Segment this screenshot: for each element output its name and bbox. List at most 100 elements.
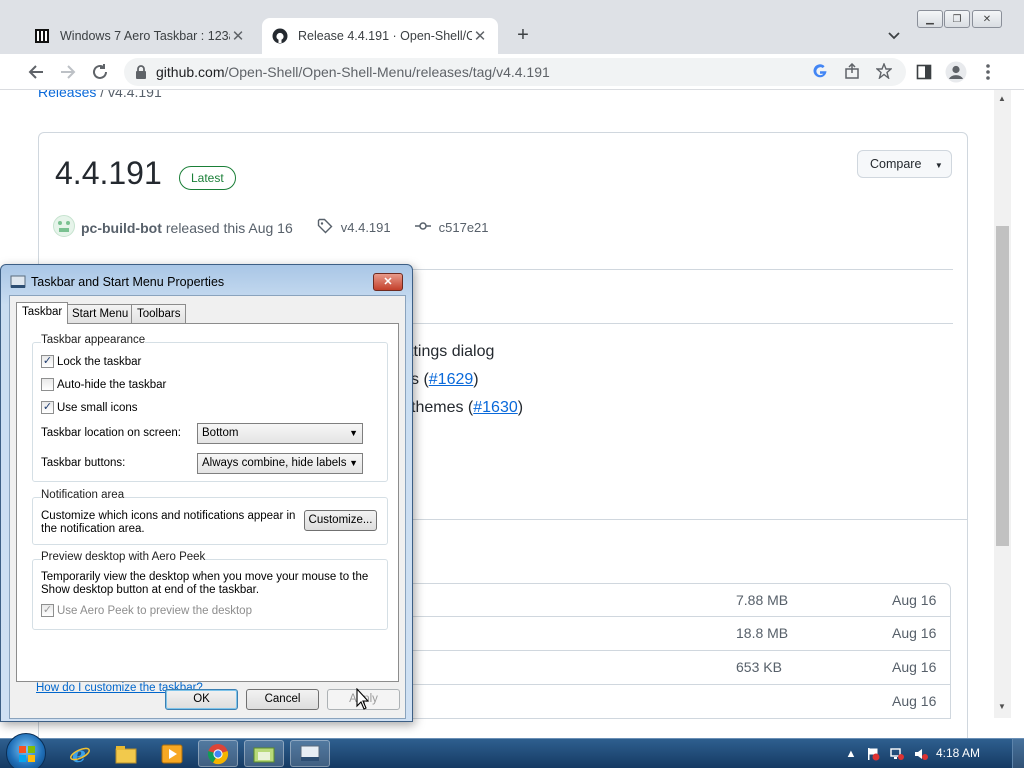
restore-icon[interactable]: ❐ [944,10,970,28]
scroll-up-icon[interactable]: ▲ [998,94,1006,103]
commit-icon [414,218,431,237]
tab-start-menu[interactable]: Start Menu [66,304,135,324]
breadcrumb-releases-link[interactable]: Releases [38,90,96,100]
cancel-button[interactable]: Cancel [246,689,319,710]
asset-size: 653 KB [736,659,782,675]
new-tab-plus-icon[interactable]: + [512,24,534,46]
aero-peek-checkbox[interactable]: ✓ Use Aero Peek to preview the desktop [41,604,252,617]
breadcrumb-separator: / [100,90,105,100]
location-select[interactable]: Bottom ▼ [197,423,363,444]
svg-text:e: e [72,743,86,765]
minimize-icon[interactable]: ▁ [917,10,943,28]
notification-description: Customize which icons and notifications … [41,510,296,535]
asset-date: Aug 16 [892,693,937,709]
small-icons-checkbox[interactable]: ✓ Use small icons [41,401,138,414]
release-note-line: ttings dialog [409,343,494,361]
action-center-flag-icon[interactable] [866,747,880,761]
ok-button[interactable]: OK [165,689,238,710]
network-icon[interactable] [890,747,904,761]
note-text: themes ( [411,399,474,416]
lock-icon[interactable] [134,64,148,83]
checkbox-label: Use Aero Peek to preview the desktop [57,604,252,617]
scrollbar-thumb[interactable] [996,226,1009,546]
show-hidden-icons-icon[interactable]: ▲ [844,747,858,761]
empty-checkbox-icon [41,378,54,391]
customize-button[interactable]: Customize... [304,510,377,531]
issue-link[interactable]: #1629 [429,371,474,388]
bookmark-star-icon[interactable] [875,62,893,82]
profile-avatar-icon[interactable] [944,60,968,84]
volume-muted-icon[interactable] [914,747,928,761]
chrome-icon[interactable] [198,740,238,767]
taskbar-tab-panel: Taskbar appearance ✓ Lock the taskbar Au… [16,323,399,694]
tab-windows7-aero[interactable]: Windows 7 Aero Taskbar : 123aero ✕ [24,18,256,54]
network-folder-icon[interactable] [244,740,284,767]
asset-size: 7.88 MB [736,592,789,608]
url-host: github.com [156,64,225,80]
auto-hide-checkbox[interactable]: Auto-hide the taskbar [41,378,166,391]
dropdown-arrow-icon: ▼ [349,428,358,438]
internet-explorer-icon[interactable]: e [60,740,100,767]
caret-down-icon: ▼ [934,161,943,170]
windows-taskbar: e ▲ 4:18 AM [0,733,1024,768]
media-player-icon[interactable] [152,740,192,767]
url-path: /Open-Shell/Open-Shell-Menu/releases/tag… [224,64,550,80]
taskbar-properties-icon[interactable] [290,740,330,767]
asset-date: Aug 16 [892,659,937,675]
issue-link[interactable]: #1630 [473,399,518,416]
taskbar-buttons-select[interactable]: Always combine, hide labels ▼ [197,453,363,474]
github-icon [272,28,288,44]
tab-taskbar[interactable]: Taskbar [16,302,69,324]
google-icon[interactable] [812,63,828,82]
checkmark-icon: ✓ [41,355,54,368]
breadcrumb: Releases / v4.4.191 [38,90,162,100]
close-icon[interactable]: ✕ [373,273,403,291]
asset-date: Aug 16 [892,625,937,641]
select-value: Bottom [202,427,239,439]
aero-peek-description: Temporarily view the desktop when you mo… [41,571,369,596]
site-favicon-icon [34,28,50,44]
avatar[interactable] [53,215,75,240]
share-icon[interactable] [844,62,860,82]
page-scrollbar[interactable]: ▲ ▼ [994,90,1011,718]
tab-title: Release 4.4.191 · Open-Shell/Open-Shell-… [298,29,472,43]
lock-taskbar-checkbox[interactable]: ✓ Lock the taskbar [41,355,141,368]
show-desktop-button[interactable] [1012,739,1024,768]
tag-icon [317,218,333,237]
tab-release[interactable]: Release 4.4.191 · Open-Shell/Open-Shell-… [262,18,498,54]
group-label: Taskbar appearance [41,334,146,346]
checkmark-icon: ✓ [41,604,54,617]
mouse-cursor-icon [356,687,370,713]
forward-arrow-icon[interactable] [56,60,80,84]
kebab-menu-icon[interactable] [976,60,1000,84]
reload-icon[interactable] [88,60,112,84]
group-label: Notification area [41,489,125,501]
close-tab-icon[interactable]: ✕ [472,27,488,45]
address-bar[interactable]: github.com/Open-Shell/Open-Shell-Menu/re… [124,58,906,86]
commit-link[interactable]: c517e21 [439,220,489,235]
scroll-down-icon[interactable]: ▼ [998,702,1006,711]
tab-toolbars[interactable]: Toolbars [131,304,187,324]
side-panel-icon[interactable] [912,60,936,84]
select-value: Always combine, hide labels [202,457,347,469]
close-tab-icon[interactable]: ✕ [230,27,246,45]
file-explorer-icon[interactable] [106,740,146,767]
tab-title: Windows 7 Aero Taskbar : 123aero [60,29,230,43]
compare-button[interactable]: Compare ▼ [857,150,952,178]
start-button-icon[interactable] [6,733,46,768]
notification-area-group: Notification area Customize which icons … [32,489,388,545]
taskbar-appearance-group: Taskbar appearance ✓ Lock the taskbar Au… [32,334,388,482]
author-link[interactable]: pc-build-bot [81,220,162,236]
dialog-body: Taskbar Start Menu Toolbars Taskbar appe… [9,295,406,719]
dialog-app-icon [10,274,26,293]
system-clock[interactable]: 4:18 AM [936,746,980,760]
released-text: released this Aug 16 [165,219,293,236]
chevron-down-icon[interactable] [884,26,904,46]
release-title[interactable]: 4.4.191 [55,155,162,192]
back-arrow-icon[interactable] [24,60,48,84]
tag-link[interactable]: v4.4.191 [341,220,391,235]
close-window-icon[interactable]: ✕ [972,10,1002,28]
checkbox-label: Lock the taskbar [57,355,142,368]
url-text: github.com/Open-Shell/Open-Shell-Menu/re… [156,64,550,80]
browser-toolbar: github.com/Open-Shell/Open-Shell-Menu/re… [0,54,1024,90]
